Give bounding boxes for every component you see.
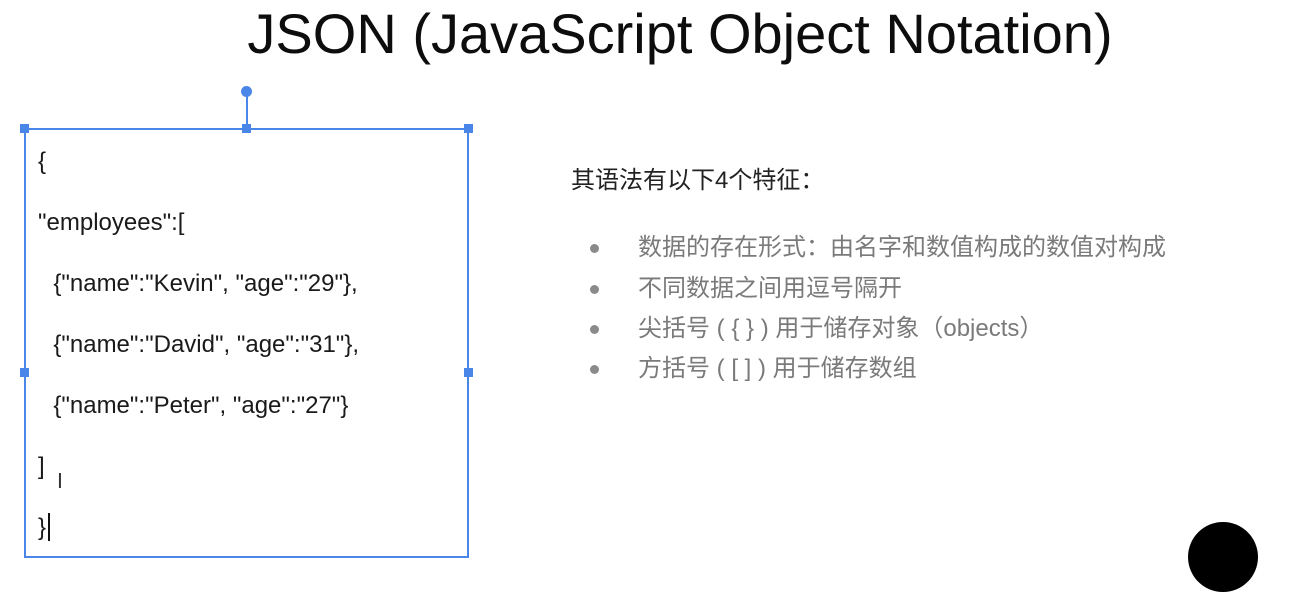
bullet-text: 尖括号 ( { } ) 用于储存对象（objects） — [638, 315, 1044, 342]
bullet-text: 不同数据之间用逗号隔开 — [638, 275, 902, 302]
code-line-employee-kevin: {"name":"Kevin", "age":"29"}, — [40, 270, 358, 297]
slide-title: JSON (JavaScript Object Notation) — [247, 2, 1113, 65]
bullet-text: 数据的存在形式：由名字和数值构成的数值对构成 — [638, 234, 1166, 261]
syntax-intro: 其语法有以下4个特征： — [571, 167, 825, 194]
bullet-dot-icon — [590, 365, 599, 374]
code-line-open-brace: { — [38, 148, 47, 175]
text-caret — [48, 513, 50, 541]
resize-handle-middle-left[interactable] — [20, 368, 29, 377]
rotate-handle[interactable] — [241, 86, 252, 97]
i-beam-cursor-icon: I — [57, 469, 63, 493]
resize-handle-top-middle[interactable] — [242, 124, 251, 133]
resize-handle-middle-right[interactable] — [464, 368, 473, 377]
corner-avatar-overlay — [1188, 522, 1258, 592]
code-line-close-bracket: ] — [38, 453, 45, 480]
code-line-close-brace: } — [38, 514, 47, 541]
bullet-dot-icon — [590, 285, 599, 294]
code-line-employee-peter: {"name":"Peter", "age":"27"} — [40, 392, 349, 419]
code-line-employee-david: {"name":"David", "age":"31"}, — [40, 331, 359, 358]
bullet-dot-icon — [590, 325, 599, 334]
resize-handle-top-right[interactable] — [464, 124, 473, 133]
bullet-dot-icon — [590, 244, 599, 253]
code-line-employees-key: "employees":[ — [38, 209, 185, 236]
bullet-text: 方括号 ( [ ] ) 用于储存数组 — [638, 355, 917, 382]
resize-handle-top-left[interactable] — [20, 124, 29, 133]
